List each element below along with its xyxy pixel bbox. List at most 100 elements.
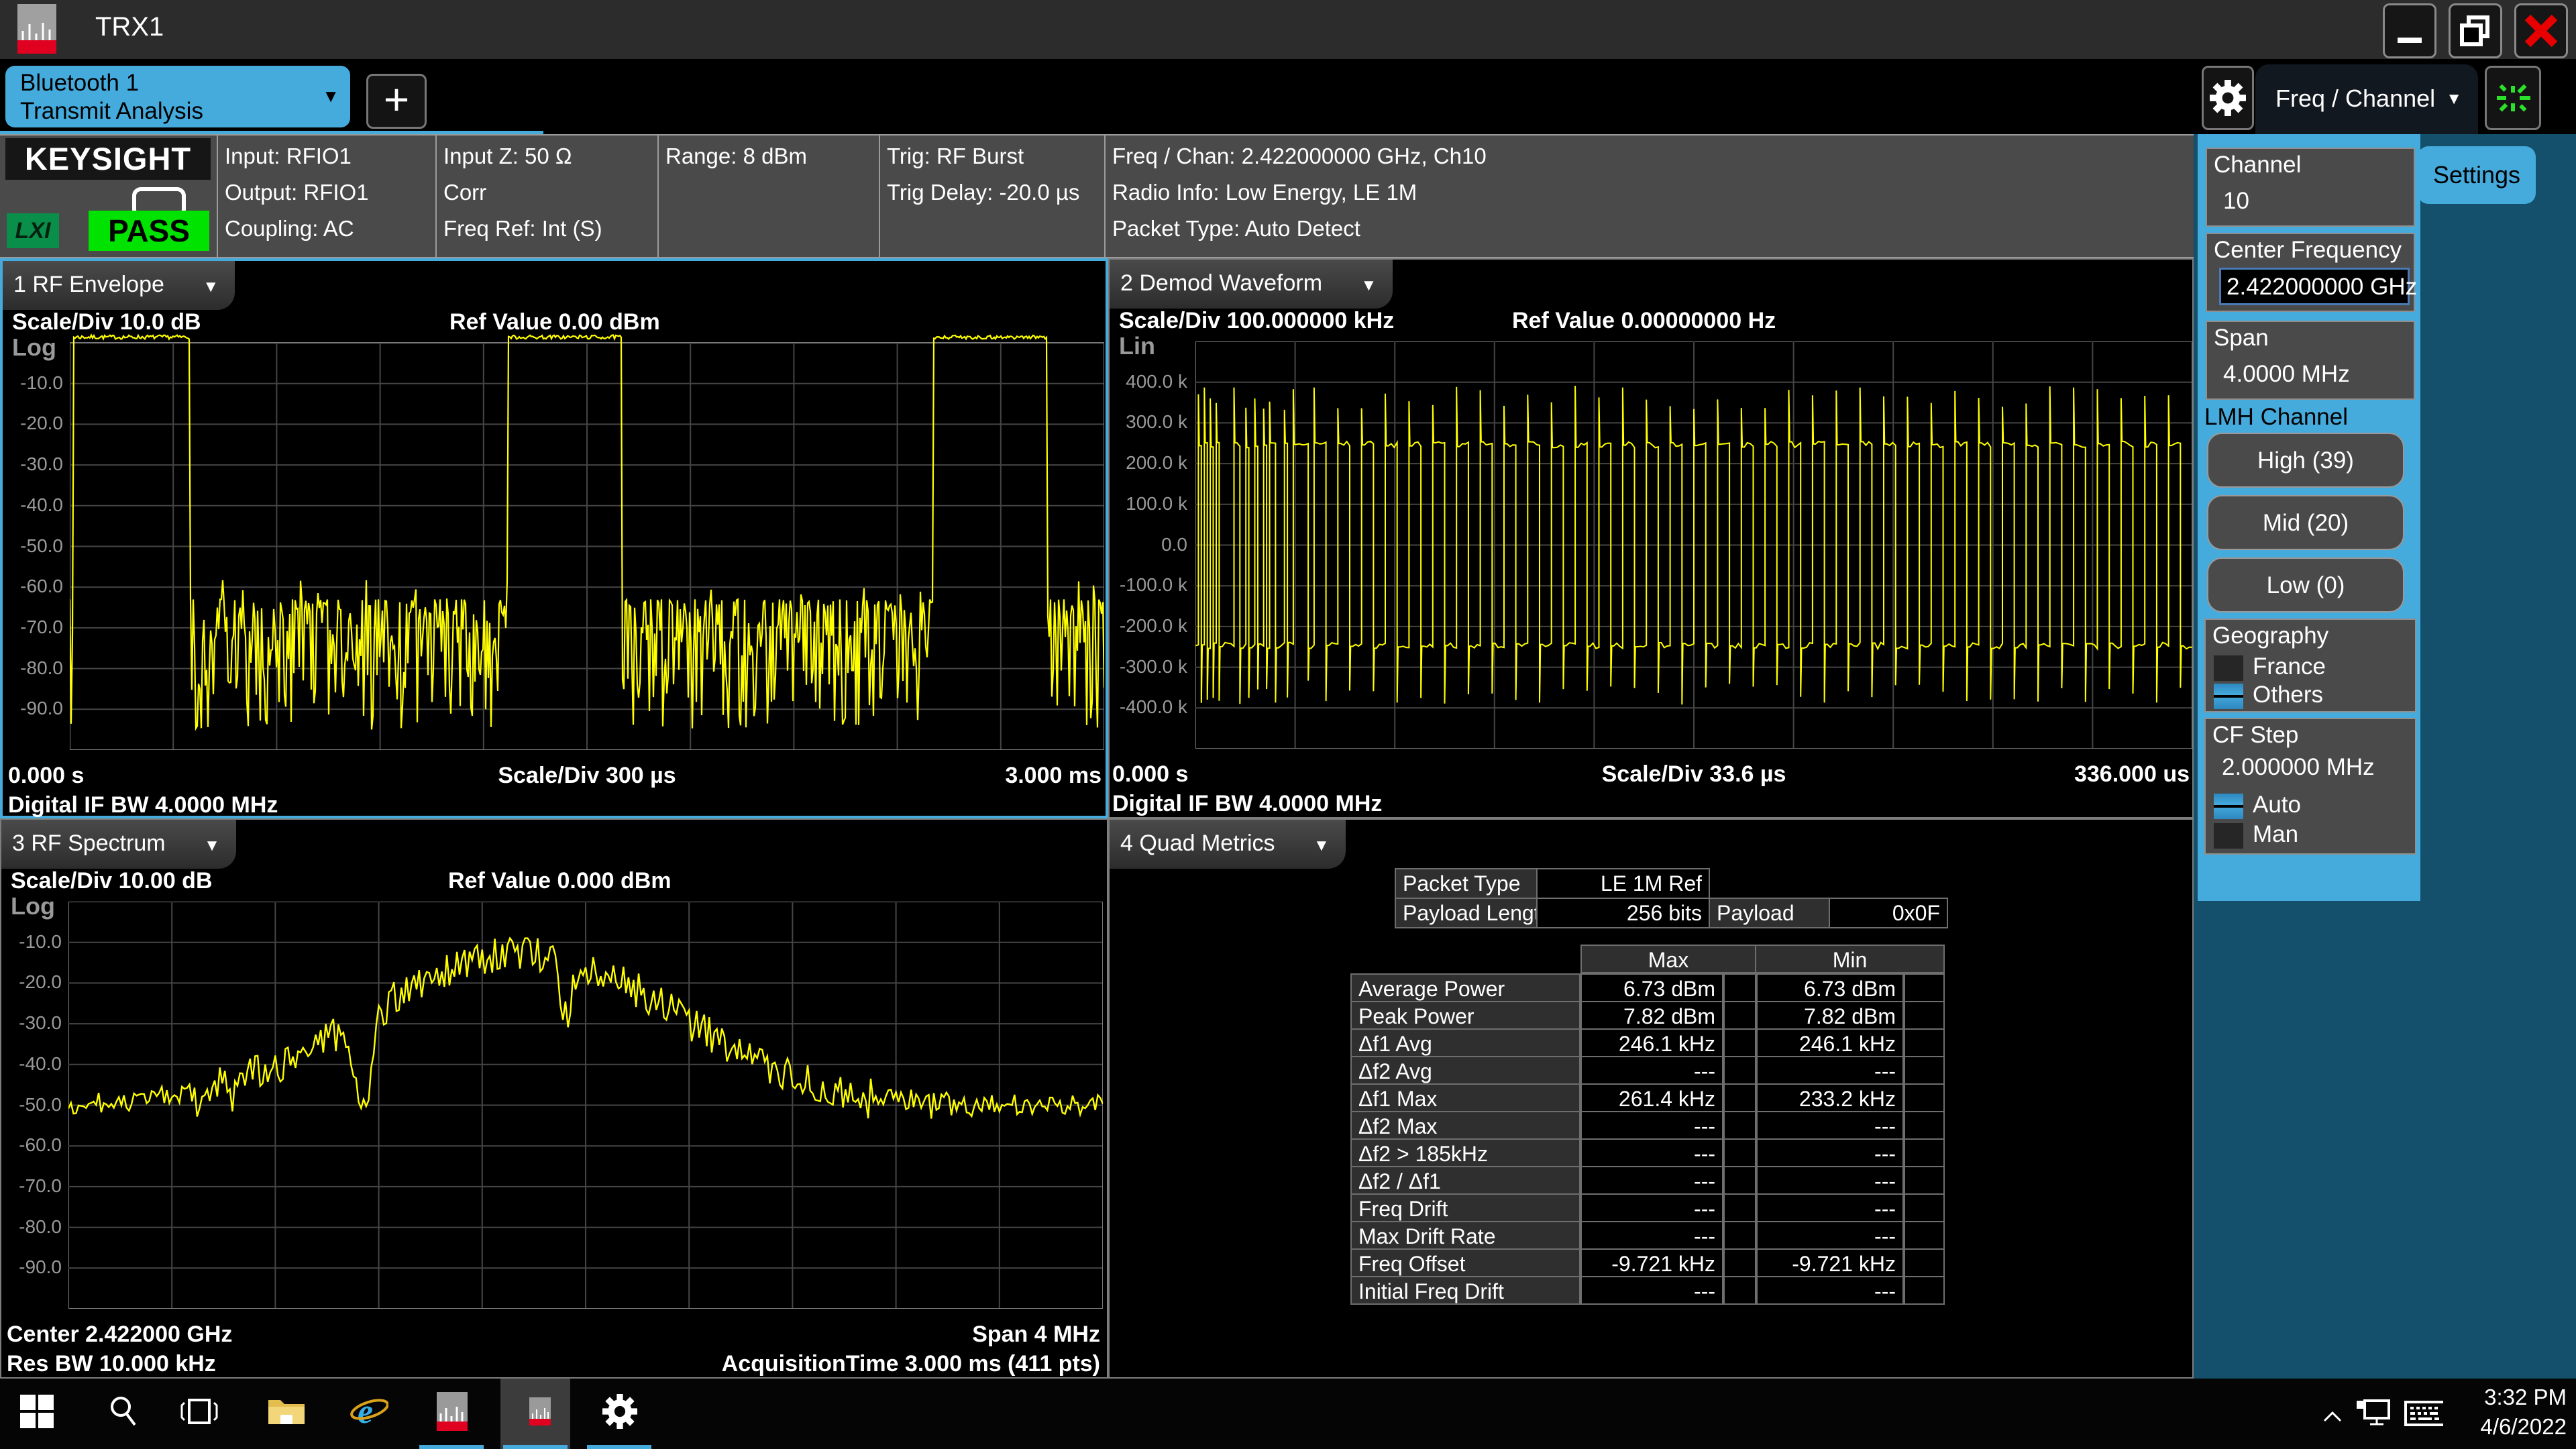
internet-explorer-button[interactable]: e: [350, 1392, 388, 1431]
keysight-app-button[interactable]: [433, 1392, 472, 1431]
chevron-down-icon[interactable]: ▼: [322, 86, 339, 107]
window-rf-envelope[interactable]: 1 RF Envelope ▼ Scale/Div 10.0 dB Ref Va…: [0, 258, 1108, 818]
keysight-active-app-button[interactable]: [521, 1392, 559, 1431]
busy-indicator-button[interactable]: [2485, 66, 2541, 130]
metric-value: [1723, 1221, 1756, 1250]
chevron-down-icon: ▼: [203, 278, 219, 296]
metric-value: [1723, 1138, 1756, 1167]
start-button[interactable]: [17, 1392, 56, 1431]
metric-label: Average Power: [1350, 973, 1580, 1002]
info-line: Trig Delay: -20.0 µs: [887, 174, 1111, 211]
window-selector-demod-waveform[interactable]: 2 Demod Waveform ▼: [1110, 260, 1393, 309]
metric-label: Max Drift Rate: [1350, 1221, 1580, 1250]
metric-value: [1904, 1193, 1945, 1222]
window-demod-waveform[interactable]: 2 Demod Waveform ▼ Scale/Div 100.000000 …: [1108, 258, 2194, 818]
tray-expand-button[interactable]: [2313, 1397, 2352, 1436]
info-col-trigger[interactable]: Trig: RF Burst Trig Delay: -20.0 µs: [879, 136, 1111, 257]
cf-step-option-auto[interactable]: Auto: [2214, 792, 2301, 820]
radio-selected-icon[interactable]: [2214, 794, 2243, 819]
center-frequency-field[interactable]: Center Frequency 2.422000000 GHz: [2206, 233, 2415, 312]
geography-option-france[interactable]: France: [2214, 653, 2326, 682]
minimize-button[interactable]: [2383, 3, 2436, 58]
acquisition-time-label: AcquisitionTime 3.000 ms (411 pts): [68, 1351, 1100, 1377]
metric-value: ---: [1580, 1276, 1723, 1305]
geography-option-others[interactable]: Others: [2214, 682, 2323, 710]
info-col-input[interactable]: Input: RFIO1 Output: RFIO1 Coupling: AC: [217, 136, 442, 257]
geography-label: Geography: [2212, 623, 2328, 649]
title-bar: TRX1: [0, 0, 2576, 59]
cf-step-group: CF Step 2.000000 MHz Auto Man: [2204, 718, 2416, 855]
payload-length-value: 256 bits: [1536, 898, 1710, 928]
channel-field[interactable]: Channel 10: [2206, 148, 2415, 227]
running-indicator: [419, 1445, 484, 1449]
y-tick-label: -50.0: [1, 1094, 62, 1116]
span-field[interactable]: Span 4.0000 MHz: [2206, 321, 2415, 400]
cf-step-option-man[interactable]: Man: [2214, 821, 2298, 849]
metric-label: Δf1 Avg: [1350, 1028, 1580, 1057]
window-selector-rf-spectrum[interactable]: 3 RF Spectrum ▼: [1, 820, 236, 869]
close-button[interactable]: [2514, 3, 2568, 58]
metric-value: [1723, 1001, 1756, 1030]
add-measurement-button[interactable]: +: [366, 74, 427, 129]
tray-network-button[interactable]: [2355, 1395, 2394, 1434]
channel-value[interactable]: 10: [2223, 188, 2249, 215]
demod-waveform-chart: [1195, 341, 2192, 749]
minimize-icon: [2395, 16, 2424, 46]
metric-value: [1904, 1028, 1945, 1057]
scale-div-label: Scale/Div 10.00 dB: [11, 868, 213, 894]
radio-unselected-icon[interactable]: [2214, 823, 2243, 849]
system-settings-button[interactable]: [2202, 66, 2254, 130]
info-col-range[interactable]: Range: 8 dBm: [657, 136, 885, 257]
menu-tab-label: Freq / Channel: [2275, 85, 2435, 113]
info-col-freq-radio[interactable]: Freq / Chan: 2.422000000 GHz, Ch10 Radio…: [1104, 136, 2194, 257]
info-col-impedance[interactable]: Input Z: 50 Ω Corr Freq Ref: Int (S): [435, 136, 664, 257]
radio-selected-icon[interactable]: [2214, 684, 2243, 709]
metric-label: Δf2 Avg: [1350, 1056, 1580, 1085]
window-selector-quad-metrics[interactable]: 4 Quad Metrics ▼: [1110, 820, 1346, 869]
y-tick-label: -400.0 k: [1110, 696, 1187, 718]
center-frequency-value[interactable]: 2.422000000 GHz: [2219, 268, 2410, 305]
metrics-col-max: Max: [1580, 945, 1756, 973]
window-selector-rf-envelope[interactable]: 1 RF Envelope ▼: [3, 261, 235, 310]
metric-label: Δf1 Max: [1350, 1083, 1580, 1112]
metric-value: [1904, 973, 1945, 1002]
keysight-app-icon: [529, 1397, 551, 1426]
span-value[interactable]: 4.0000 MHz: [2223, 361, 2350, 388]
payload-label: Payload: [1709, 898, 1830, 928]
spinner-icon: [2493, 78, 2533, 118]
tab-settings[interactable]: Settings: [2418, 146, 2536, 204]
option-label: Man: [2253, 821, 2298, 847]
radio-unselected-icon[interactable]: [2214, 655, 2243, 681]
lmh-mid-button[interactable]: Mid (20): [2207, 495, 2404, 550]
metric-value: 6.73 dBm: [1756, 973, 1904, 1002]
task-view-button[interactable]: [180, 1392, 219, 1431]
keysight-logo: KEYSIGHT: [5, 138, 211, 180]
taskbar-clock[interactable]: 3:32 PM 4/6/2022: [2481, 1383, 2567, 1442]
close-icon: [2524, 13, 2559, 48]
file-explorer-button[interactable]: [267, 1392, 306, 1431]
window-quad-metrics[interactable]: 4 Quad Metrics ▼ Packet Type LE 1M Ref P…: [1108, 818, 2194, 1379]
metric-value: 7.82 dBm: [1756, 1001, 1904, 1030]
gear-icon: [602, 1393, 638, 1430]
metric-value: [1723, 1193, 1756, 1222]
lmh-high-button[interactable]: High (39): [2207, 433, 2404, 488]
rf-spectrum-chart: [68, 902, 1103, 1309]
internet-explorer-icon: e: [350, 1392, 388, 1431]
payload-length-label: Payload Length: [1395, 898, 1538, 928]
restore-button[interactable]: [2449, 3, 2502, 58]
tray-keyboard-button[interactable]: [2404, 1395, 2443, 1434]
info-line: Input: RFIO1: [225, 138, 442, 174]
y-tick-label: -100.0 k: [1110, 574, 1187, 596]
window-rf-spectrum[interactable]: 3 RF Spectrum ▼ Scale/Div 10.00 dB Ref V…: [0, 818, 1108, 1379]
metric-value: [1904, 1221, 1945, 1250]
settings-app-button[interactable]: [600, 1392, 639, 1431]
menu-tab-freq-channel[interactable]: Freq / Channel ▼: [2255, 64, 2478, 134]
geography-group: Geography France Others: [2204, 619, 2416, 712]
metric-value: ---: [1580, 1111, 1723, 1140]
app-icon: [17, 4, 56, 54]
cf-step-value[interactable]: 2.000000 MHz: [2222, 754, 2375, 781]
search-button[interactable]: [105, 1392, 144, 1431]
lmh-low-button[interactable]: Low (0): [2207, 557, 2404, 612]
measurement-tab-bluetooth[interactable]: Bluetooth 1 Transmit Analysis ▼: [5, 66, 350, 127]
amplitude-scale-type: Lin: [1119, 332, 1155, 360]
